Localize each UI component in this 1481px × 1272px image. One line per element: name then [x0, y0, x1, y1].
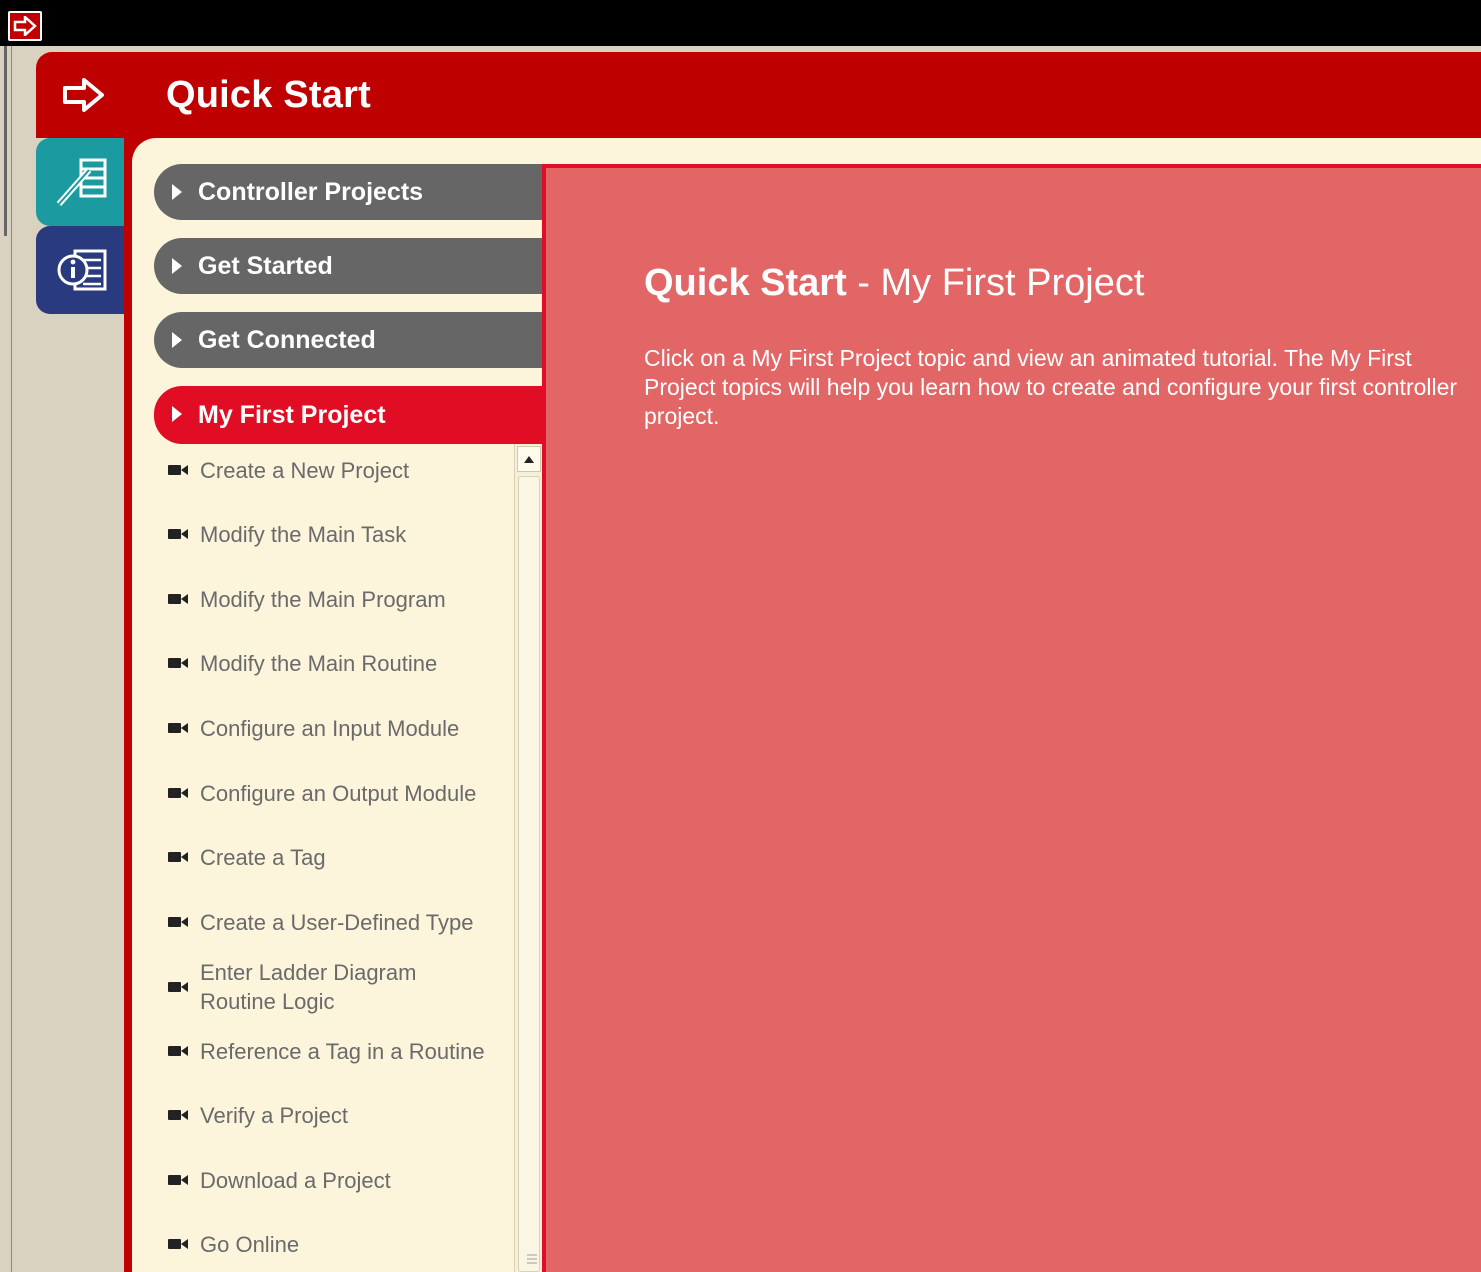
topic-modify-main-routine[interactable]: Modify the Main Routine [156, 643, 496, 683]
nav-label: Controller Projects [198, 177, 424, 206]
side-tab-info[interactable] [36, 226, 128, 314]
topic-download-project[interactable]: Download a Project [156, 1160, 496, 1200]
nav-get-connected[interactable]: Get Connected [154, 312, 542, 368]
content-description: Click on a My First Project topic and vi… [644, 345, 1458, 429]
topic-label: Enter Ladder Diagram Routine Logic [200, 960, 417, 1014]
video-camera-icon [168, 788, 188, 798]
video-camera-icon [168, 1046, 188, 1056]
grip-lines-icon [527, 1254, 537, 1264]
topic-configure-input-module[interactable]: Configure an Input Module [156, 698, 496, 758]
topic-reference-tag[interactable]: Reference a Tag in a Routine [156, 1021, 496, 1081]
nav-label: Get Started [198, 251, 333, 280]
arrow-right-icon [58, 72, 110, 118]
scroll-thumb[interactable] [518, 476, 540, 1272]
nav-label: Get Connected [198, 325, 376, 354]
video-camera-icon [168, 594, 188, 604]
video-camera-icon [168, 852, 188, 862]
video-camera-icon [168, 465, 188, 475]
expand-arrow-icon [172, 332, 182, 348]
topic-create-new-project[interactable]: Create a New Project [156, 450, 496, 490]
topic-label: Reference a Tag in a Routine [200, 1038, 485, 1064]
title-bar [0, 0, 1481, 46]
topic-list: Create a New Project Modify the Main Tas… [156, 444, 514, 1272]
topic-modify-main-task[interactable]: Modify the Main Task [156, 514, 496, 554]
content-title: Quick Start - My First Project [644, 262, 1144, 305]
topic-go-online[interactable]: Go Online [156, 1224, 496, 1264]
ladder-edit-icon [56, 158, 107, 206]
topic-create-tag[interactable]: Create a Tag [156, 837, 496, 877]
video-camera-icon [168, 1110, 188, 1120]
topic-label: Configure an Output Module [200, 780, 477, 806]
topic-label: Create a Tag [200, 844, 326, 870]
video-camera-icon [168, 982, 188, 992]
scroll-up-button[interactable] [517, 446, 541, 472]
expand-arrow-icon [172, 184, 182, 200]
side-tab-ladder[interactable] [36, 138, 128, 226]
video-camera-icon [168, 723, 188, 733]
page-title: Quick Start [166, 74, 371, 116]
video-camera-icon [168, 529, 188, 539]
info-document-icon [57, 249, 107, 291]
topic-modify-main-program[interactable]: Modify the Main Program [156, 579, 496, 619]
expand-arrow-icon [172, 258, 182, 274]
topic-label: Create a User-Defined Type [200, 909, 474, 935]
topic-label: Configure an Input Module [200, 715, 460, 741]
content-title-rest: - My First Project [846, 262, 1145, 304]
topic-label: Create a New Project [200, 457, 410, 483]
content-pane: Quick Start - My First Project Click on … [542, 164, 1481, 1272]
panel-body: Controller Projects Get Started Get Conn… [132, 138, 1481, 1272]
video-camera-icon [168, 1239, 188, 1249]
topic-enter-ladder-logic[interactable]: Enter Ladder Diagram Routine Logic [156, 957, 496, 1017]
nav-label: My First Project [198, 400, 386, 429]
video-camera-icon [168, 917, 188, 927]
app-arrow-icon[interactable] [8, 11, 42, 41]
window-left-edge [0, 46, 12, 1272]
topic-create-user-defined-type[interactable]: Create a User-Defined Type [156, 892, 496, 952]
panel-frame: Controller Projects Get Started Get Conn… [124, 138, 1481, 1272]
topic-scrollbar[interactable] [514, 444, 542, 1272]
triangle-up-icon [524, 455, 534, 463]
resize-grip[interactable] [4, 46, 7, 236]
quick-start-header: Quick Start [36, 52, 1481, 138]
topic-label: Verify a Project [200, 1102, 348, 1128]
nav-get-started[interactable]: Get Started [154, 238, 542, 294]
topic-verify-project[interactable]: Verify a Project [156, 1095, 496, 1135]
topic-label: Go Online [200, 1231, 300, 1257]
topic-configure-output-module[interactable]: Configure an Output Module [156, 763, 496, 823]
topic-label: Download a Project [200, 1167, 391, 1193]
expand-arrow-icon [172, 406, 182, 422]
video-camera-icon [168, 1175, 188, 1185]
content-title-bold: Quick Start [644, 262, 847, 304]
topic-label: Modify the Main Task [200, 521, 407, 547]
video-camera-icon [168, 658, 188, 668]
nav-my-first-project[interactable]: My First Project [154, 386, 542, 444]
nav-controller-projects[interactable]: Controller Projects [154, 164, 542, 220]
topic-label: Modify the Main Routine [200, 650, 438, 676]
topic-label: Modify the Main Program [200, 586, 446, 612]
